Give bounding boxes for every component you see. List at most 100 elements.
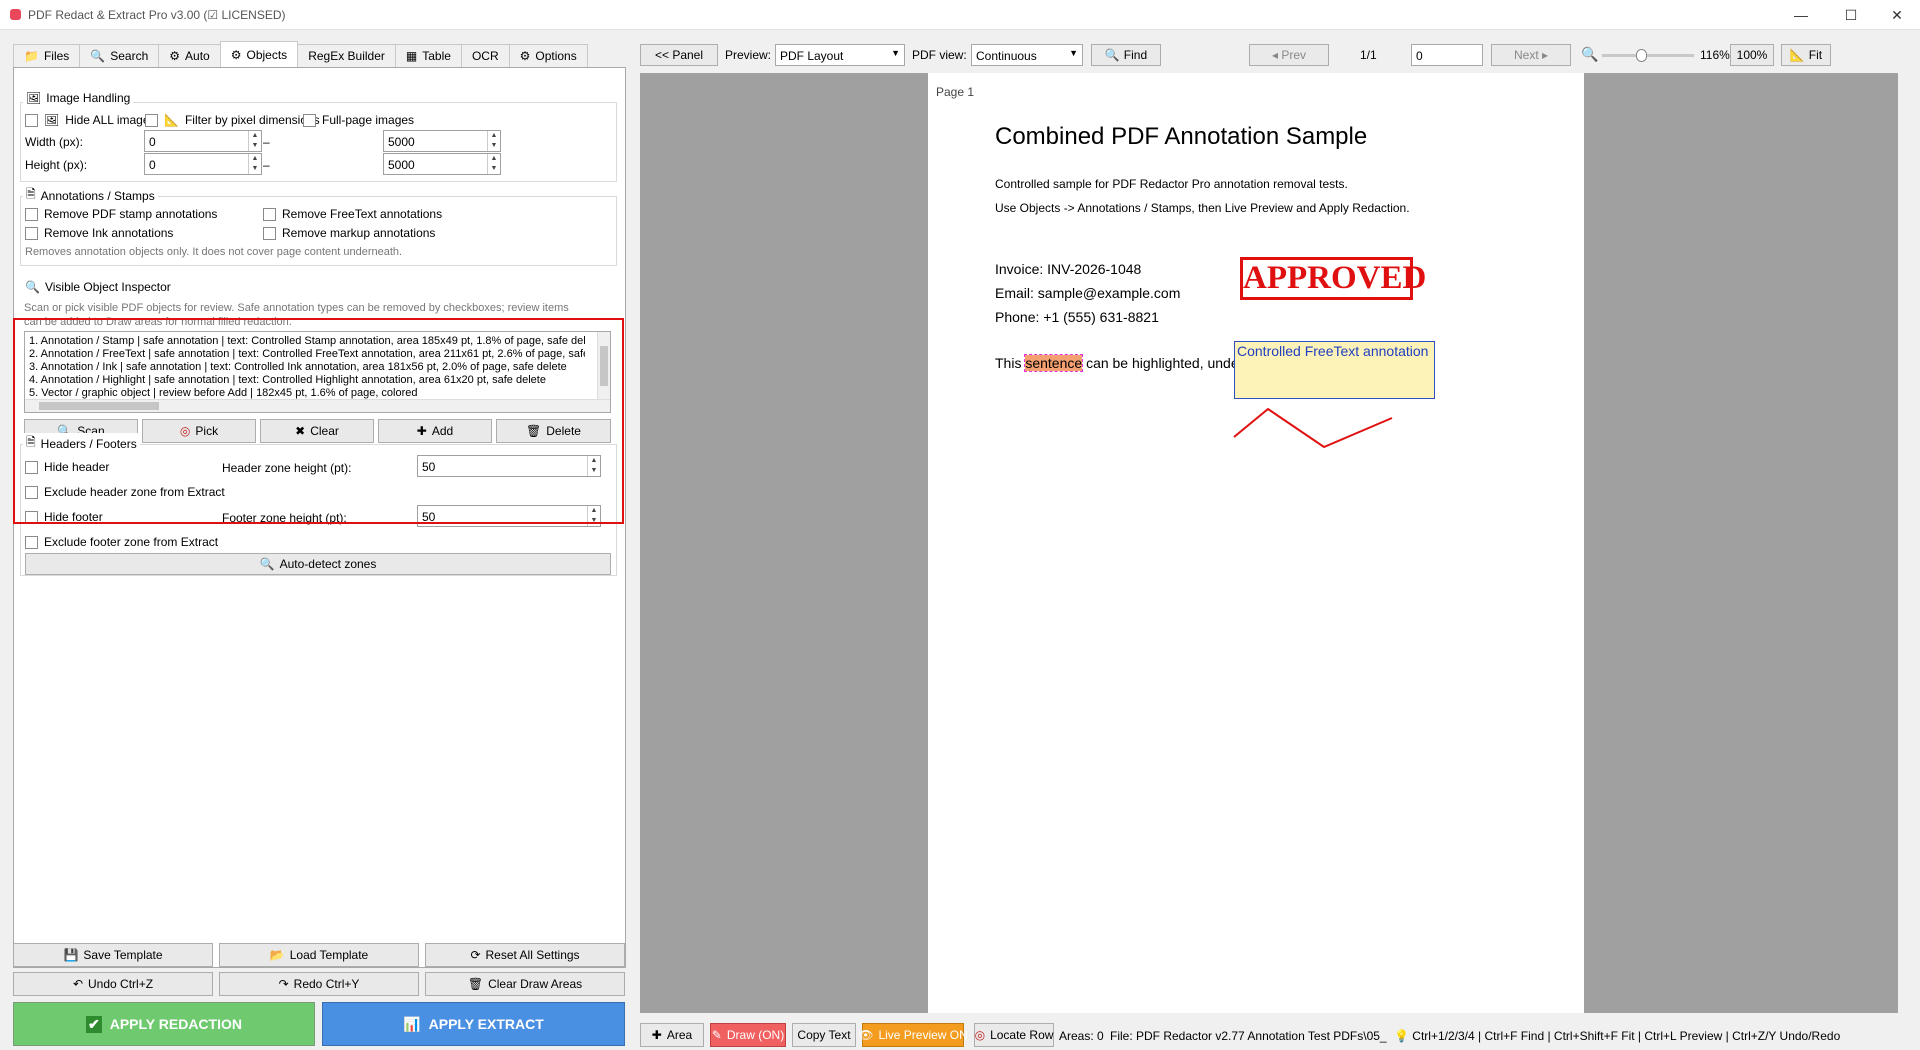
phone-text: Phone: +1 (555) 631-8821 (995, 309, 1159, 325)
image-handling-title: Image Handling (46, 91, 131, 105)
vertical-scrollbar[interactable] (597, 332, 610, 400)
spin-arrows-icon[interactable]: ▲ ▼ (587, 456, 600, 476)
draw-toggle-button[interactable]: ✎ Draw (ON) (710, 1023, 786, 1047)
height-label: Height (px): (25, 158, 88, 172)
highlight-annotation[interactable]: sentence (1024, 354, 1084, 372)
spin-arrows-icon[interactable]: ▲ ▼ (487, 154, 500, 174)
delete-button[interactable]: 🗑 Delete (496, 419, 611, 443)
width-min-spinbox[interactable]: 0 ▲ ▼ (144, 130, 262, 152)
apply-extract-button[interactable]: 📊 APPLY EXTRACT (322, 1002, 625, 1046)
reset-settings-button[interactable]: ⟳ Reset All Settings (425, 943, 625, 967)
find-button[interactable]: 🔍 Find (1091, 44, 1161, 66)
exclude-header-checkbox[interactable]: Exclude header zone from Extract (25, 485, 225, 499)
approved-stamp[interactable]: APPROVED (1240, 257, 1426, 300)
tab-auto[interactable]: ⚙ Auto (158, 44, 221, 67)
pdf-page[interactable]: Page 1 Combined PDF Annotation Sample Co… (928, 73, 1584, 1013)
preview-select[interactable]: PDF Layout ▼ (775, 44, 905, 66)
pdf-viewer[interactable]: Page 1 Combined PDF Annotation Sample Co… (640, 73, 1915, 1013)
spin-arrows-icon[interactable]: ▲ ▼ (248, 154, 261, 174)
scroll-thumb[interactable] (600, 346, 608, 386)
panel-toggle-button[interactable]: << Panel (640, 44, 718, 66)
copy-text-button[interactable]: Copy Text (792, 1023, 856, 1047)
close-button[interactable]: ✕ (1874, 0, 1920, 30)
zoom-100-button[interactable]: 100% (1730, 44, 1774, 66)
height-min-spinbox[interactable]: 0 ▲ ▼ (144, 153, 262, 175)
header-zone-spinbox[interactable]: 50 ▲ ▼ (417, 455, 601, 477)
remove-ink-checkbox[interactable]: Remove Ink annotations (25, 226, 173, 240)
undo-button[interactable]: ↶ Undo Ctrl+Z (13, 972, 213, 996)
minimize-button[interactable]: — (1778, 0, 1824, 30)
hide-all-images-checkbox[interactable]: 🖼 Hide ALL images (25, 113, 156, 127)
headers-footers-group: 🗎 Headers / Footers Hide header Header zo… (20, 433, 617, 576)
live-preview-toggle-button[interactable]: 👁 Live Preview ON (858, 1023, 968, 1047)
inspector-desc-2: can be added to Draw areas for normal fi… (24, 316, 292, 328)
viewer-vertical-scrollbar[interactable] (1902, 73, 1915, 1013)
ink-annotation[interactable] (1228, 403, 1398, 453)
remove-stamp-checkbox[interactable]: Remove PDF stamp annotations (25, 207, 217, 221)
remove-markup-checkbox[interactable]: Remove markup annotations (263, 226, 435, 240)
freetext-annotation[interactable]: Controlled FreeText annotation (1234, 341, 1435, 399)
list-item[interactable]: 5. Vector / graphic object | review befo… (29, 387, 585, 399)
filter-pixel-checkbox[interactable]: 📐 Filter by pixel dimensions (145, 113, 320, 127)
check-icon: ✔ (86, 1015, 102, 1033)
add-button[interactable]: ✚ Add (378, 419, 492, 443)
remove-freetext-checkbox[interactable]: Remove FreeText annotations (263, 207, 442, 221)
tab-table[interactable]: ▦ Table (394, 44, 462, 67)
tab-ocr[interactable]: OCR (460, 44, 510, 67)
list-item[interactable]: 1. Annotation / Stamp | safe annotation … (29, 335, 585, 347)
target-icon: ◎ (974, 1028, 986, 1042)
page-indicator: 1/1 (1360, 48, 1377, 62)
hide-header-checkbox[interactable]: Hide header (25, 460, 109, 474)
apply-redaction-button[interactable]: ✔ APPLY REDACTION (13, 1002, 315, 1046)
height-max-spinbox[interactable]: 5000 ▲ ▼ (383, 153, 501, 175)
list-item[interactable]: 2. Annotation / FreeText | safe annotati… (29, 348, 585, 360)
full-page-images-checkbox[interactable]: Full-page images (303, 113, 414, 127)
exclude-footer-checkbox[interactable]: Exclude footer zone from Extract (25, 535, 218, 549)
search-icon: 🔍 (90, 49, 106, 63)
save-icon: 💾 (63, 948, 79, 962)
clear-button[interactable]: ✖ Clear (260, 419, 374, 443)
file-path: File: PDF Redactor v2.77 Annotation Test… (1110, 1029, 1387, 1043)
prev-page-button[interactable]: ◂ Prev (1249, 44, 1329, 66)
fit-button[interactable]: 📐 Fit (1781, 44, 1831, 66)
next-page-button[interactable]: Next ▸ (1491, 44, 1571, 66)
tab-objects[interactable]: ⚙ Objects (219, 41, 299, 67)
trash-icon: 🗑 (467, 977, 484, 991)
page-input[interactable]: 0 (1411, 44, 1483, 66)
spin-arrows-icon[interactable]: ▲ ▼ (487, 131, 500, 151)
locate-row-button[interactable]: ◎ Locate Row (974, 1023, 1054, 1047)
window-title: PDF Redact & Extract Pro v3.00 (☑ LICENS… (28, 8, 286, 22)
zoom-slider[interactable] (1602, 49, 1694, 62)
auto-detect-zones-button[interactable]: 🔍 Auto-detect zones (25, 553, 611, 575)
spin-arrows-icon[interactable]: ▲ ▼ (248, 131, 261, 151)
tab-search[interactable]: 🔍 Search (79, 44, 160, 67)
horizontal-scrollbar[interactable] (25, 399, 610, 412)
hide-footer-checkbox[interactable]: Hide footer (25, 510, 103, 524)
pencil-icon: ✎ (711, 1028, 722, 1042)
tab-regex-builder[interactable]: RegEx Builder (297, 44, 396, 67)
scroll-thumb[interactable] (39, 402, 159, 410)
area-button[interactable]: ✚ Area (640, 1023, 704, 1047)
pick-button[interactable]: ◎ Pick (142, 419, 256, 443)
save-template-button[interactable]: 💾 Save Template (13, 943, 213, 967)
pdf-view-select[interactable]: Continuous ▼ (971, 44, 1083, 66)
footer-zone-spinbox[interactable]: 50 ▲ ▼ (417, 505, 601, 527)
annotations-note: Removes annotation objects only. It does… (25, 246, 403, 258)
zoom-slider-thumb[interactable] (1636, 49, 1647, 62)
width-max-spinbox[interactable]: 5000 ▲ ▼ (383, 130, 501, 152)
redo-button[interactable]: ↷ Redo Ctrl+Y (219, 972, 419, 996)
ruler-icon: 📐 (164, 113, 179, 127)
clear-draw-areas-button[interactable]: 🗑 Clear Draw Areas (425, 972, 625, 996)
tab-options[interactable]: ⚙ Options (508, 44, 588, 67)
zoom-icon: 🔍 (1581, 46, 1599, 62)
spin-arrows-icon[interactable]: ▲ ▼ (587, 506, 600, 526)
maximize-button[interactable]: ☐ (1828, 0, 1874, 30)
ruler-icon: 📐 (1789, 48, 1805, 62)
list-item[interactable]: 4. Annotation / Highlight | safe annotat… (29, 374, 585, 386)
footer-zone-label: Footer zone height (pt): (222, 511, 347, 525)
list-item[interactable]: 3. Annotation / Ink | safe annotation | … (29, 361, 585, 373)
load-template-button[interactable]: 📂 Load Template (219, 943, 419, 967)
tab-files[interactable]: 📁 Files (13, 44, 81, 67)
zoom-level: 116% (1700, 48, 1730, 62)
object-list[interactable]: 1. Annotation / Stamp | safe annotation … (24, 331, 611, 413)
